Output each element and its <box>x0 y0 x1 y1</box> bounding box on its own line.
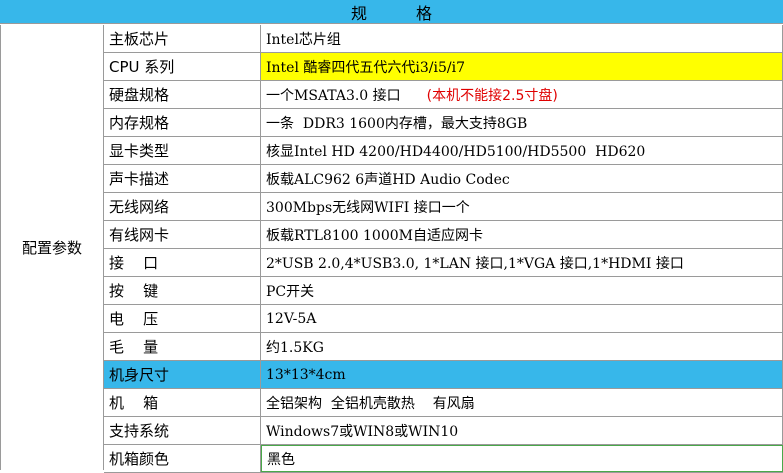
spec-label: 毛 量 <box>104 333 261 360</box>
spec-value: Intel芯片组 <box>261 25 783 52</box>
spec-row-storage: 硬盘规格 一个MSATA3.0 接口 (本机不能接2.5寸盘) <box>104 81 783 109</box>
spec-row-chassis: 机 箱 全铝架构 全铝机壳散热 有风扇 <box>104 389 783 417</box>
spec-value: 一个MSATA3.0 接口 <box>266 87 401 104</box>
spec-label: 显卡类型 <box>104 137 261 164</box>
section-label-cell: 配置参数 <box>0 25 104 470</box>
spec-label: 无线网络 <box>104 193 261 220</box>
spec-table: 规 格 配置参数 主板芯片 Intel芯片组 CPU 系列 Intel 酷睿四代… <box>0 0 783 473</box>
header-title: 规 格 <box>350 3 455 23</box>
spec-value: 12V-5A <box>261 305 783 332</box>
spec-row-dimensions: 机身尺寸 13*13*4cm <box>104 361 783 389</box>
spec-row-voltage: 电 压 12V-5A <box>104 305 783 333</box>
spec-value: 一条 DDR3 1600内存槽，最大支持8GB <box>261 109 783 136</box>
spec-row-wireless: 无线网络 300Mbps无线网WIFI 接口一个 <box>104 193 783 221</box>
spec-row-os: 支持系统 Windows7或WIN8或WIN10 <box>104 417 783 445</box>
spec-value: 板载RTL8100 1000M自适应网卡 <box>261 221 783 248</box>
spec-value: 300Mbps无线网WIFI 接口一个 <box>261 193 783 220</box>
spec-label: 支持系统 <box>104 417 261 444</box>
spec-value: Intel 酷睿四代五代六代i3/i5/i7 <box>261 53 783 80</box>
spec-value: 约1.5KG <box>261 333 783 360</box>
spec-value: 板载ALC962 6声道HD Audio Codec <box>261 165 783 192</box>
spec-row-memory: 内存规格 一条 DDR3 1600内存槽，最大支持8GB <box>104 109 783 137</box>
spec-row-ports: 接 口 2*USB 2.0,4*USB3.0, 1*LAN 接口,1*VGA 接… <box>104 249 783 277</box>
section-label: 配置参数 <box>21 239 82 257</box>
spec-label: 内存规格 <box>104 109 261 136</box>
spec-label: 声卡描述 <box>104 165 261 192</box>
spec-label: CPU 系列 <box>104 53 261 80</box>
spec-label: 机身尺寸 <box>104 361 261 388</box>
spec-value: 核显Intel HD 4200/HD4400/HD5100/HD5500 HD6… <box>261 137 783 164</box>
spec-value: 2*USB 2.0,4*USB3.0, 1*LAN 接口,1*VGA 接口,1*… <box>261 249 783 276</box>
spec-row-weight: 毛 量 约1.5KG <box>104 333 783 361</box>
spec-rows: 主板芯片 Intel芯片组 CPU 系列 Intel 酷睿四代五代六代i3/i5… <box>104 25 783 473</box>
spec-label: 硬盘规格 <box>104 81 261 108</box>
spec-value: 13*13*4cm <box>261 361 783 388</box>
spec-label: 机 箱 <box>104 389 261 416</box>
spec-row-graphics: 显卡类型 核显Intel HD 4200/HD4400/HD5100/HD550… <box>104 137 783 165</box>
spec-label: 机箱颜色 <box>104 445 261 472</box>
spec-row-audio: 声卡描述 板载ALC962 6声道HD Audio Codec <box>104 165 783 193</box>
spec-value: Windows7或WIN8或WIN10 <box>261 417 783 444</box>
spec-label: 主板芯片 <box>104 25 261 52</box>
spec-row-chipset: 主板芯片 Intel芯片组 <box>104 25 783 53</box>
spec-value: PC开关 <box>261 277 783 304</box>
table-header: 规 格 <box>0 0 783 24</box>
spec-value-selected-cell[interactable]: 黑色 <box>261 445 783 472</box>
spec-row-cpu: CPU 系列 Intel 酷睿四代五代六代i3/i5/i7 <box>104 53 783 81</box>
spec-row-buttons: 按 键 PC开关 <box>104 277 783 305</box>
spec-label: 有线网卡 <box>104 221 261 248</box>
spec-row-ethernet: 有线网卡 板载RTL8100 1000M自适应网卡 <box>104 221 783 249</box>
spec-label: 电 压 <box>104 305 261 332</box>
spec-row-color: 机箱颜色 黑色 <box>104 445 783 473</box>
spec-value: 全铝架构 全铝机壳散热 有风扇 <box>261 389 783 416</box>
spec-value-cell: 一个MSATA3.0 接口 (本机不能接2.5寸盘) <box>261 81 783 108</box>
storage-note: (本机不能接2.5寸盘) <box>426 87 558 104</box>
spec-label: 接 口 <box>104 249 261 276</box>
spec-label: 按 键 <box>104 277 261 304</box>
